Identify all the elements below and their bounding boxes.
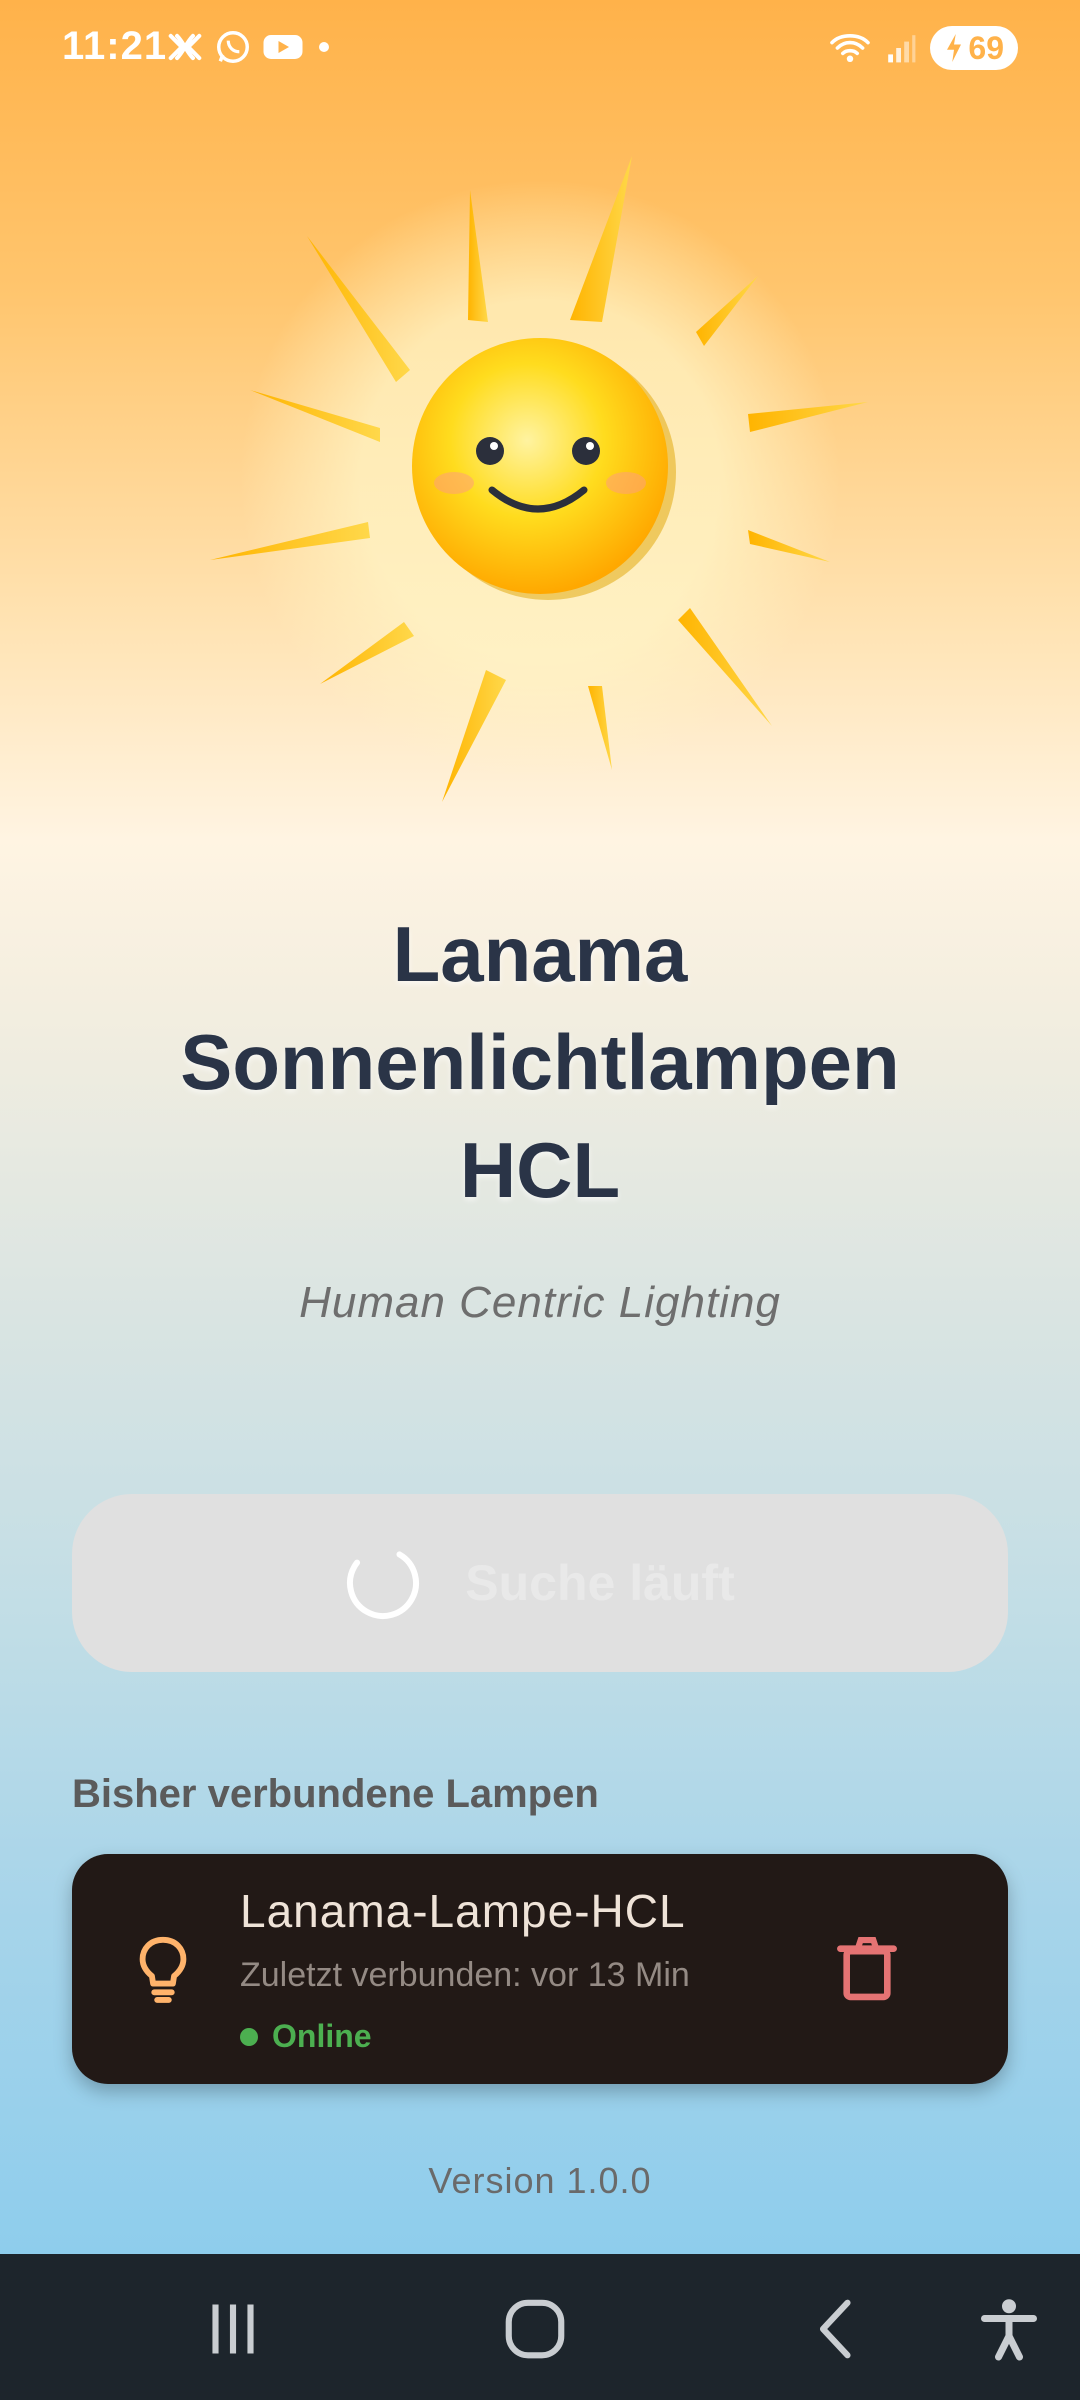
- youtube-icon: [263, 35, 303, 59]
- system-status-icons: 69: [828, 26, 1018, 70]
- signal-icon: [888, 35, 916, 63]
- battery-indicator: 69: [930, 26, 1018, 70]
- previous-lamps-heading: Bisher verbundene Lampen: [72, 1772, 599, 1816]
- lamp-last-connected: Zuletzt verbunden: vor 13 Min: [240, 1956, 690, 1994]
- app-subtitle: Human Centric Lighting: [299, 1278, 781, 1327]
- charging-icon: [947, 34, 962, 62]
- accessibility-icon[interactable]: [974, 2294, 1044, 2364]
- lamp-status: Online: [240, 2018, 372, 2055]
- lamp-status-label: Online: [272, 2018, 372, 2054]
- wifi-icon: [830, 34, 871, 63]
- back-icon[interactable]: [802, 2294, 872, 2364]
- delete-icon[interactable]: [836, 1936, 898, 2002]
- app-title-line1: Lanama: [392, 910, 688, 998]
- whatsapp-icon: [217, 31, 249, 63]
- x-icon: [168, 33, 202, 61]
- version-label: Version 1.0.0: [428, 2160, 652, 2201]
- search-button-label: Suche läuft: [465, 1555, 735, 1611]
- status-time: 11:21: [62, 24, 168, 68]
- navigation-bar: [0, 2254, 1080, 2400]
- app-title-line2: Sonnenlichtlampen: [180, 1018, 900, 1106]
- notification-icons: [166, 28, 334, 66]
- lamp-name: Lanama-Lampe-HCL: [240, 1885, 686, 1937]
- lamp-card[interactable]: Lanama-Lampe-HCL Zuletzt verbunden: vor …: [72, 1854, 1008, 2084]
- app-title: Lanama Sonnenlichtlampen HCL: [90, 900, 990, 1224]
- app-title-line3: HCL: [459, 1126, 621, 1214]
- battery-level: 69: [968, 29, 1004, 66]
- search-lamps-button[interactable]: Suche läuft: [72, 1494, 1008, 1672]
- status-bar: 11:21 69: [0, 0, 1080, 100]
- lightbulb-icon: [139, 1936, 187, 2003]
- dot-icon: [319, 42, 329, 52]
- loading-spinner-icon: [347, 1547, 420, 1619]
- home-icon[interactable]: [500, 2294, 570, 2364]
- sun-logo-icon: [210, 156, 868, 802]
- recents-icon[interactable]: [198, 2294, 268, 2364]
- status-dot-icon: [240, 2027, 258, 2046]
